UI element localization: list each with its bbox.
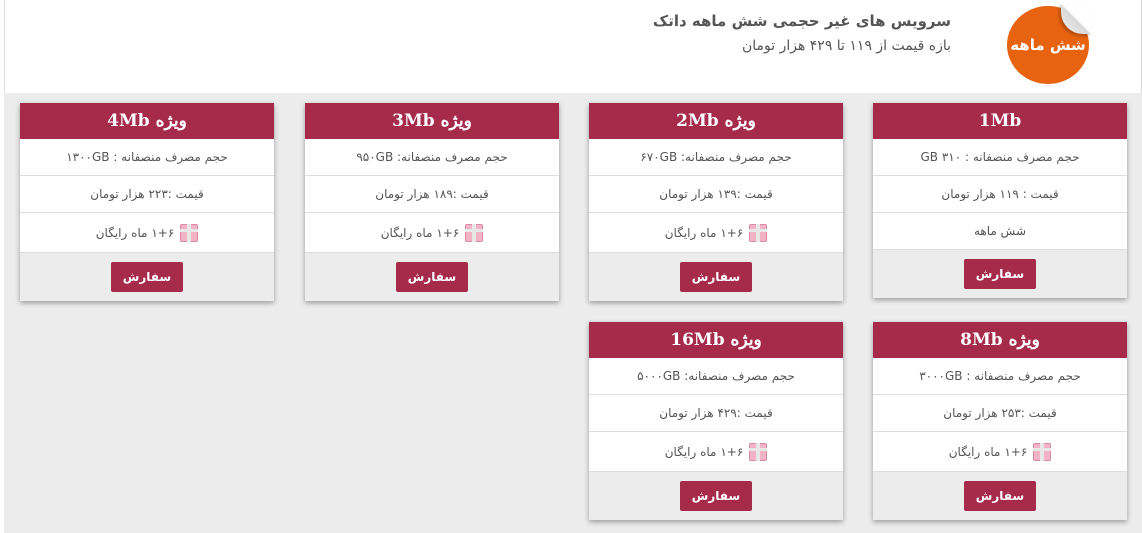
gift-icon bbox=[749, 223, 768, 242]
plan-title: 1Mb bbox=[873, 103, 1127, 139]
plan-title: ویژه 2Mb bbox=[589, 103, 843, 139]
plan-gift-label: ۱+۶ ماه رایگان bbox=[948, 444, 1028, 459]
plan-footer: سفارش bbox=[589, 472, 843, 520]
plan-price: قیمت :۲۵۳ هزار تومان bbox=[873, 395, 1127, 432]
plan-footer: سفارش bbox=[873, 250, 1127, 298]
plan-gift-row: ۱+۶ ماه رایگان bbox=[305, 213, 559, 253]
plan-title: ویژه 4Mb bbox=[20, 103, 274, 139]
plan-price: قیمت :۲۲۳ هزار تومان bbox=[20, 176, 274, 213]
plan-footer: سفارش bbox=[305, 253, 559, 301]
order-button[interactable]: سفارش bbox=[963, 481, 1037, 511]
plan-footer: سفارش bbox=[873, 472, 1127, 520]
plan-title: ویژه 8Mb bbox=[873, 322, 1127, 358]
plan-card-4mb: ویژه 4Mb حجم مصرف منصفانه : ۱۳۰۰GB قیمت … bbox=[20, 103, 274, 301]
plan-usage: حجم مصرف منصفانه: ۶۷۰GB bbox=[589, 139, 843, 176]
plan-title: ویژه 16Mb bbox=[589, 322, 843, 358]
plan-footer: سفارش bbox=[589, 253, 843, 301]
plan-usage: حجم مصرف منصفانه: ۵۰۰۰GB bbox=[589, 358, 843, 395]
page-title: سرویس های غیر حجمی شش ماهه داتک bbox=[652, 12, 951, 30]
plan-gift-label: ۱+۶ ماه رایگان bbox=[380, 225, 460, 240]
plan-gift-row: ۱+۶ ماه رایگان bbox=[20, 213, 274, 253]
plan-gift-label: ۱+۶ ماه رایگان bbox=[95, 225, 175, 240]
plan-usage: حجم مصرف منصفانه : ۳۱۰ GB bbox=[873, 139, 1127, 176]
plan-gift-label: ۱+۶ ماه رایگان bbox=[664, 225, 744, 240]
plan-gift-row: ۱+۶ ماه رایگان bbox=[873, 432, 1127, 472]
plan-card-1mb: 1Mb حجم مصرف منصفانه : ۳۱۰ GB قیمت : ۱۱۹… bbox=[873, 103, 1127, 298]
plan-usage: حجم مصرف منصفانه: ۹۵۰GB bbox=[305, 139, 559, 176]
six-month-badge: شش ماهه bbox=[1003, 4, 1091, 84]
plan-price: قیمت :۱۸۹ هزار تومان bbox=[305, 176, 559, 213]
plan-gift-row: ۱+۶ ماه رایگان bbox=[589, 432, 843, 472]
plan-card-16mb: ویژه 16Mb حجم مصرف منصفانه: ۵۰۰۰GB قیمت … bbox=[589, 322, 843, 520]
gift-icon bbox=[749, 442, 768, 461]
plan-card-8mb: ویژه 8Mb حجم مصرف منصفانه : ۳۰۰۰GB قیمت … bbox=[873, 322, 1127, 520]
plan-gift-row: ۱+۶ ماه رایگان bbox=[589, 213, 843, 253]
order-button[interactable]: سفارش bbox=[963, 259, 1037, 289]
plan-price: قیمت : ۱۱۹ هزار تومان bbox=[873, 176, 1127, 213]
gift-icon bbox=[180, 223, 199, 242]
plan-title: ویژه 3Mb bbox=[305, 103, 559, 139]
plan-card-2mb: ویژه 2Mb حجم مصرف منصفانه: ۶۷۰GB قیمت :۱… bbox=[589, 103, 843, 301]
plan-usage: حجم مصرف منصفانه : ۱۳۰۰GB bbox=[20, 139, 274, 176]
plan-footer: سفارش bbox=[20, 253, 274, 301]
order-button[interactable]: سفارش bbox=[679, 262, 753, 292]
plan-card-3mb: ویژه 3Mb حجم مصرف منصفانه: ۹۵۰GB قیمت :۱… bbox=[305, 103, 559, 301]
gift-icon bbox=[1033, 442, 1052, 461]
plan-duration: شش ماهه bbox=[873, 213, 1127, 250]
order-button[interactable]: سفارش bbox=[110, 262, 184, 292]
price-range: بازه قیمت از ۱۱۹ تا ۴۲۹ هزار تومان bbox=[741, 38, 951, 54]
plan-usage: حجم مصرف منصفانه : ۳۰۰۰GB bbox=[873, 358, 1127, 395]
order-button[interactable]: سفارش bbox=[395, 262, 469, 292]
plan-gift-label: ۱+۶ ماه رایگان bbox=[664, 444, 744, 459]
order-button[interactable]: سفارش bbox=[679, 481, 753, 511]
plan-price: قیمت :۴۲۹ هزار تومان bbox=[589, 395, 843, 432]
gift-icon bbox=[465, 223, 484, 242]
page-header: شش ماهه سرویس های غیر حجمی شش ماهه داتک … bbox=[4, 0, 1142, 93]
plan-price: قیمت :۱۳۹ هزار تومان bbox=[589, 176, 843, 213]
